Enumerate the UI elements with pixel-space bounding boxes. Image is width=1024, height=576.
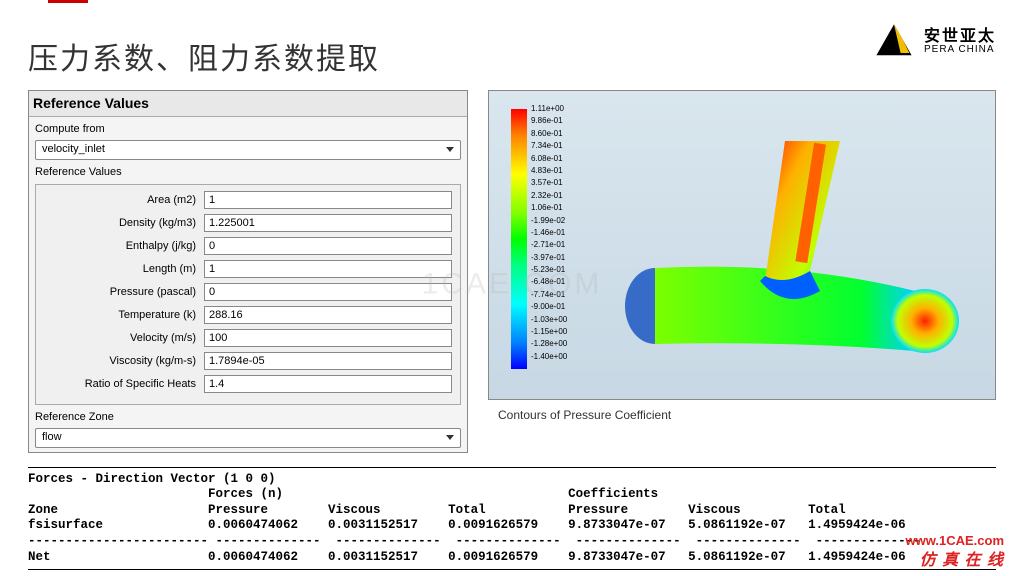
colorbar <box>511 109 527 369</box>
field-label: Viscosity (kg/m-s) <box>44 353 204 370</box>
tick-label: -3.97e-01 <box>531 252 567 264</box>
field-input[interactable] <box>204 306 452 324</box>
tick-label: 4.83e-01 <box>531 165 567 177</box>
forces-output: Forces - Direction Vector (1 0 0) Forces… <box>28 467 996 571</box>
field-input[interactable] <box>204 191 452 209</box>
page-title: 压力系数、阻力系数提取 <box>28 34 380 78</box>
field-row: Velocity (m/s) <box>44 329 452 347</box>
tick-label: -1.15e+00 <box>531 326 567 338</box>
field-row: Density (kg/m3) <box>44 214 452 232</box>
field-row: Ratio of Specific Heats <box>44 375 452 393</box>
tick-label: 7.34e-01 <box>531 140 567 152</box>
pipe-contour-icon <box>615 141 975 361</box>
field-input[interactable] <box>204 283 452 301</box>
field-input[interactable] <box>204 329 452 347</box>
reference-values-label: Reference Values <box>35 164 461 181</box>
compute-from-value: velocity_inlet <box>42 141 446 158</box>
tick-label: -1.40e+00 <box>531 351 567 363</box>
tick-label: -2.71e-01 <box>531 239 567 251</box>
tick-label: -1.28e+00 <box>531 338 567 350</box>
compute-from-label: Compute from <box>35 121 461 138</box>
logo-text-cn: 安世亚太 <box>924 29 996 45</box>
field-row: Viscosity (kg/m-s) <box>44 352 452 370</box>
tick-label: 2.32e-01 <box>531 190 567 202</box>
compute-from-dropdown[interactable]: velocity_inlet <box>35 140 461 160</box>
tick-label: -9.00e-01 <box>531 301 567 313</box>
tick-label: -6.48e-01 <box>531 276 567 288</box>
field-row: Pressure (pascal) <box>44 283 452 301</box>
field-input[interactable] <box>204 352 452 370</box>
accent-bar <box>48 0 88 3</box>
logo-text-en: PERA CHINA <box>924 45 996 55</box>
field-input[interactable] <box>204 237 452 255</box>
logo: 安世亚太 PERA CHINA <box>872 20 996 64</box>
tick-label: 3.57e-01 <box>531 177 567 189</box>
field-label: Enthalpy (j/kg) <box>44 238 204 255</box>
field-label: Ratio of Specific Heats <box>44 376 204 393</box>
field-input[interactable] <box>204 260 452 278</box>
field-label: Length (m) <box>44 261 204 278</box>
field-input[interactable] <box>204 375 452 393</box>
field-row: Area (m2) <box>44 191 452 209</box>
field-input[interactable] <box>204 214 452 232</box>
field-row: Enthalpy (j/kg) <box>44 237 452 255</box>
tick-label: 6.08e-01 <box>531 153 567 165</box>
logo-mark-icon <box>872 20 916 64</box>
contour-plot: 1.11e+009.86e-018.60e-017.34e-016.08e-01… <box>488 90 996 400</box>
tick-label: -5.23e-01 <box>531 264 567 276</box>
field-label: Area (m2) <box>44 192 204 209</box>
reference-zone-label: Reference Zone <box>35 409 461 426</box>
tick-label: 9.86e-01 <box>531 115 567 127</box>
panel-title: Reference Values <box>29 91 467 117</box>
tick-label: 8.60e-01 <box>531 128 567 140</box>
reference-values-panel: Reference Values Compute from velocity_i… <box>28 90 468 453</box>
colorbar-ticks: 1.11e+009.86e-018.60e-017.34e-016.08e-01… <box>531 103 567 363</box>
field-label: Temperature (k) <box>44 307 204 324</box>
reference-zone-value: flow <box>42 429 446 446</box>
field-row: Temperature (k) <box>44 306 452 324</box>
field-label: Velocity (m/s) <box>44 330 204 347</box>
reference-zone-dropdown[interactable]: flow <box>35 428 461 448</box>
tick-label: -1.03e+00 <box>531 314 567 326</box>
plot-caption: Contours of Pressure Coefficient <box>498 408 996 422</box>
tick-label: -1.99e-02 <box>531 215 567 227</box>
tick-label: -1.46e-01 <box>531 227 567 239</box>
field-row: Length (m) <box>44 260 452 278</box>
footer-brand: 仿 真 在 线 <box>920 546 1004 570</box>
field-label: Density (kg/m3) <box>44 215 204 232</box>
tick-label: 1.11e+00 <box>531 103 567 115</box>
field-label: Pressure (pascal) <box>44 284 204 301</box>
tick-label: -7.74e-01 <box>531 289 567 301</box>
chevron-down-icon <box>446 147 454 152</box>
reference-values-group: Area (m2) Density (kg/m3) Enthalpy (j/kg) L… <box>35 184 461 405</box>
tick-label: 1.06e-01 <box>531 202 567 214</box>
chevron-down-icon <box>446 435 454 440</box>
